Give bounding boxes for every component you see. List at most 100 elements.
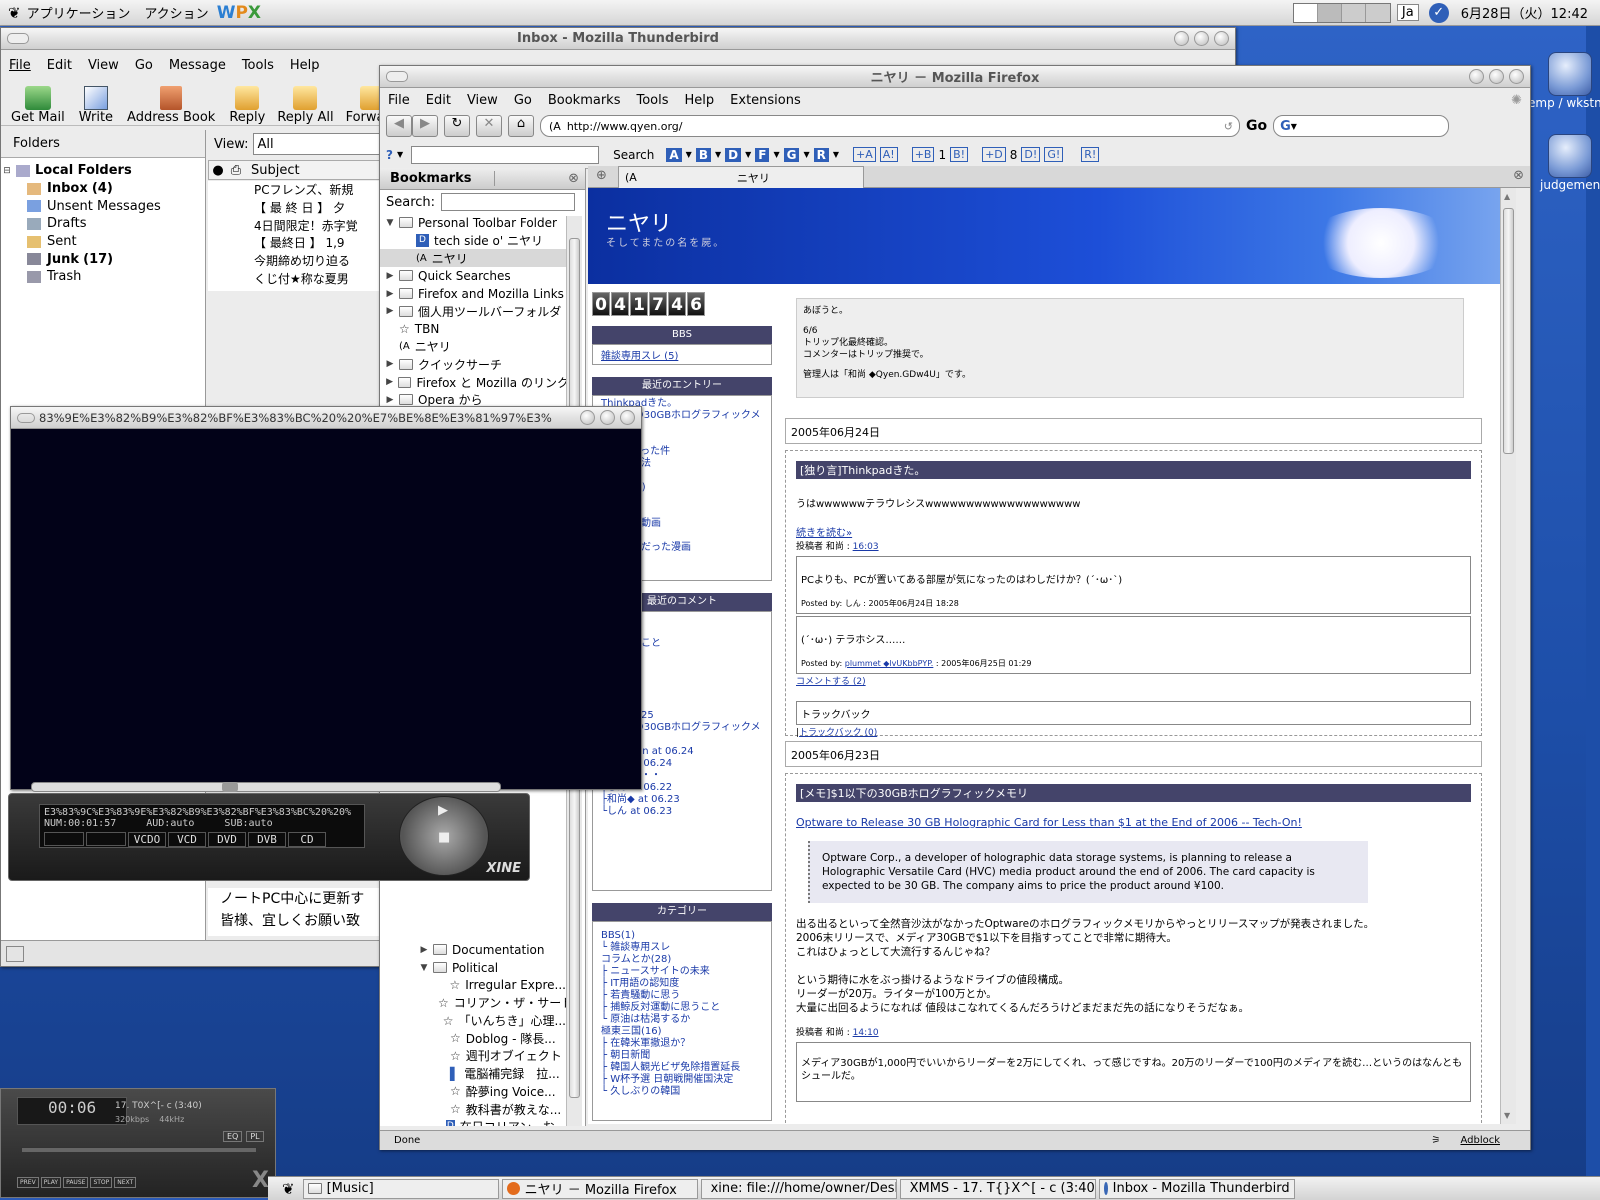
playback-dial[interactable]: ▶ ■ xyxy=(399,796,489,876)
taskbar-xine[interactable]: xine: file:///home/owner/Deskt xyxy=(700,1178,897,1199)
bookmark-row[interactable]: ▶ Firefox と Mozilla のリンク xyxy=(380,373,569,391)
nav-link[interactable]: ├ 韓国人観光ビザ免除措置延長 xyxy=(601,1062,763,1074)
rss-icon[interactable]: ⚞ xyxy=(1431,1135,1440,1146)
bookmark-row[interactable]: ▶ Documentation xyxy=(380,941,566,959)
expander-icon[interactable]: ▶ xyxy=(384,306,396,316)
nav-link[interactable]: ├ W杯予選 日朝戦開催国決定 xyxy=(601,1074,763,1086)
taskbar-firefox[interactable]: ニヤリ － Mozilla Firefox xyxy=(501,1178,698,1199)
folder-trash[interactable]: Trash xyxy=(1,268,205,286)
close-button[interactable] xyxy=(1509,69,1524,84)
nav-link[interactable]: 極東三国(16) xyxy=(601,1026,763,1038)
message-row[interactable]: 4日間限定！赤字覚 xyxy=(208,216,380,234)
search-g-icon[interactable]: G xyxy=(783,147,800,162)
entry-external-link[interactable]: Optware to Release 30 GB Holographic Car… xyxy=(796,816,1302,829)
launcher-x-icon[interactable]: X xyxy=(248,3,261,23)
close-button[interactable] xyxy=(1214,31,1229,46)
sidebar-close-icon[interactable]: ⊗ xyxy=(568,171,579,186)
bookmark-row[interactable]: ▼ Political xyxy=(380,959,566,977)
bookmark-row[interactable]: ▶ クイックサーチ xyxy=(380,356,569,374)
eq-button[interactable]: EQ xyxy=(223,1131,243,1142)
nav-link[interactable]: └ 原油は枯渇するか xyxy=(601,1014,763,1026)
subject-column[interactable]: Subject xyxy=(245,163,300,178)
entry-permalink[interactable]: 16:03 xyxy=(853,542,879,552)
nav-link[interactable]: ├ 朝日新聞 xyxy=(601,1050,763,1062)
pl-button[interactable]: PL xyxy=(246,1131,264,1142)
search-engine-box[interactable]: G ▼ xyxy=(1273,115,1450,137)
applications-menu[interactable]: アプリケーション xyxy=(27,3,131,22)
menu-tools[interactable]: Tools xyxy=(628,93,676,108)
bookmark-row[interactable]: Dtech side o' ニヤリ xyxy=(380,232,569,250)
launcher-w-icon[interactable]: W xyxy=(217,3,236,23)
taskbar-thunderbird[interactable]: Inbox - Mozilla Thunderbird xyxy=(1098,1178,1295,1199)
r-bang-button[interactable]: R! xyxy=(1081,147,1100,162)
nav-link[interactable]: └ 久しぶりの韓国 xyxy=(601,1086,763,1098)
comment-author-link[interactable]: plummet ◆lvUKbbPYP. xyxy=(845,659,934,668)
update-check-icon[interactable]: ✓ xyxy=(1428,2,1449,23)
bookmark-row[interactable]: D 在日コリアン、お... xyxy=(380,1118,566,1126)
menu-extensions[interactable]: Extensions xyxy=(722,93,809,108)
bbs-link[interactable]: 雑談専用スレ (5) xyxy=(601,351,678,362)
taskbar-music[interactable]: [Music] xyxy=(302,1178,499,1199)
workspace-switcher[interactable] xyxy=(1292,2,1391,23)
nav-link[interactable]: BBS(1) xyxy=(601,930,763,942)
taskbar-xmms[interactable]: XMMS - 17. T{}X^[ - c (3:40) xyxy=(899,1178,1096,1199)
bookmark-row[interactable]: ☆ 「いんちき」心理... xyxy=(380,1012,566,1030)
menu-edit[interactable]: Edit xyxy=(39,58,80,73)
comment-link[interactable]: コメントする (2) xyxy=(796,677,866,687)
menu-tools[interactable]: Tools xyxy=(234,58,282,73)
engine-dropdown-icon[interactable]: ▼ xyxy=(1291,122,1297,131)
xine-seek-bar[interactable] xyxy=(31,782,501,792)
message-row[interactable]: 今期締め切り迫る xyxy=(208,252,380,270)
minimize-button[interactable] xyxy=(1174,31,1189,46)
expander-icon[interactable]: ▶ xyxy=(384,271,396,281)
url-bar[interactable]: (A http://www.qyen.org/ ↺ xyxy=(540,115,1240,137)
g-bang-button[interactable]: G! xyxy=(1044,147,1064,162)
folder-junk[interactable]: Junk (17) xyxy=(1,250,205,268)
menu-help[interactable]: Help xyxy=(677,93,723,108)
bookmark-row[interactable]: ☆ 教科書が教えな... xyxy=(380,1100,566,1118)
stop-button[interactable]: STOP xyxy=(90,1177,113,1188)
home-button[interactable]: ⌂ xyxy=(508,115,534,137)
bookmark-row[interactable]: ▶ Firefox and Mozilla Links xyxy=(380,285,569,303)
nav-link[interactable]: コラムとか(28) xyxy=(601,954,763,966)
launcher-p-icon[interactable]: P xyxy=(235,3,247,23)
close-tab-icon[interactable]: ⊗ xyxy=(1513,168,1524,183)
expander-icon[interactable]: ▶ xyxy=(384,289,396,299)
message-row[interactable]: くじ付★称な夏男 xyxy=(208,269,380,287)
add-d-button[interactable]: +D xyxy=(982,147,1006,162)
minimize-button[interactable] xyxy=(1469,69,1484,84)
maximize-button[interactable] xyxy=(1194,31,1209,46)
back-button[interactable]: ◀ xyxy=(386,115,412,137)
folder-sent[interactable]: Sent xyxy=(1,233,205,251)
window-menu-icon[interactable] xyxy=(17,412,35,423)
nav-link[interactable]: ├ ニュースサイトの未来 xyxy=(601,966,763,978)
menu-edit[interactable]: Edit xyxy=(418,93,459,108)
bookmark-row[interactable]: ▶ 個人用ツールバーフォルダ xyxy=(380,302,569,320)
expander-icon[interactable]: ▶ xyxy=(384,359,396,369)
expander-icon[interactable]: ▶ xyxy=(418,945,430,955)
menu-file[interactable]: File xyxy=(1,58,39,73)
view-select[interactable]: All xyxy=(252,133,380,155)
video-area[interactable] xyxy=(11,429,641,789)
nav-link[interactable]: ├ IT用語の認知度 xyxy=(601,978,763,990)
maximize-button[interactable] xyxy=(1489,69,1504,84)
bookmark-row[interactable]: ☆ TBN xyxy=(380,320,569,338)
nav-link[interactable]: ├和尚◆ at 06.23 xyxy=(601,794,763,806)
expander-icon[interactable]: ▼ xyxy=(384,218,396,228)
play-button[interactable]: PLAY xyxy=(40,1177,62,1188)
search-b-icon[interactable]: B xyxy=(695,147,711,162)
message-row[interactable]: PCフレンズ、新規 xyxy=(208,181,380,199)
next-button[interactable]: NEXT xyxy=(114,1177,137,1188)
window-menu-icon[interactable] xyxy=(7,33,29,44)
search-r-icon[interactable]: R xyxy=(813,147,829,162)
forward-button[interactable]: ▶ xyxy=(412,115,438,137)
add-a-button[interactable]: +A xyxy=(853,147,876,162)
vcdo-button[interactable]: VCDO xyxy=(128,832,166,847)
nav-link[interactable]: └しん at 06.23 xyxy=(601,806,763,818)
menu-go[interactable]: Go xyxy=(127,58,161,73)
prev-button[interactable]: PREV xyxy=(17,1177,39,1188)
dvb-button[interactable]: DVB xyxy=(248,832,286,847)
read-more-link[interactable]: 続きを読む» xyxy=(796,528,852,539)
thread-col-icon[interactable]: ● xyxy=(209,163,227,178)
expander-icon[interactable]: ▼ xyxy=(418,963,430,973)
